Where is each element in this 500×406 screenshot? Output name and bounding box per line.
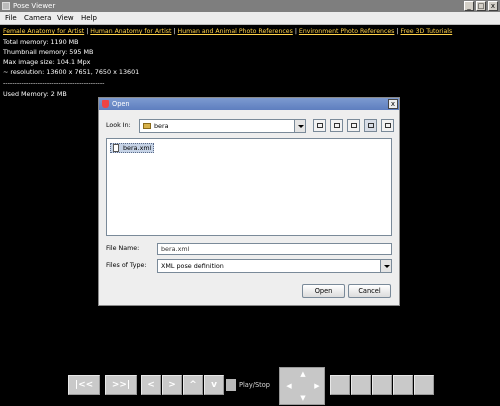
play-stop-button[interactable]: Play/Stop <box>226 375 276 395</box>
look-in-value: bera <box>154 122 169 130</box>
list-item[interactable]: bera.xml <box>110 143 155 153</box>
look-in-label: Look In: <box>106 122 131 129</box>
menu-camera[interactable]: Camera <box>24 12 51 25</box>
file-name-label: File Name: <box>106 245 140 252</box>
pan-left-icon[interactable]: ◀ <box>284 381 294 391</box>
file-list[interactable]: bera.xml <box>106 138 392 236</box>
menu-help[interactable]: Help <box>81 12 97 25</box>
menu-file[interactable]: File <box>5 12 17 25</box>
dialog-title: Open <box>112 100 130 108</box>
maximize-button[interactable]: □ <box>476 1 486 11</box>
files-of-type-value: XML pose definition <box>161 262 224 270</box>
home-icon <box>334 123 340 128</box>
camera-icon[interactable] <box>393 375 413 395</box>
new-folder-button[interactable] <box>347 119 360 132</box>
file-icon <box>113 144 119 152</box>
copy-icon[interactable] <box>414 375 434 395</box>
window-title: Pose Viewer <box>13 2 56 10</box>
title-bar: Pose Viewer _ □ x <box>0 0 500 12</box>
details-view-button[interactable] <box>381 119 394 132</box>
files-of-type-label: Files of Type: <box>106 262 147 269</box>
menu-bar: File Camera View Help <box>0 12 500 25</box>
dialog-close-button[interactable]: x <box>388 99 398 109</box>
home-button[interactable] <box>330 119 343 132</box>
folder-icon <box>143 123 151 129</box>
zoom-icon[interactable] <box>330 375 350 395</box>
link-female-anatomy[interactable]: Female Anatomy for Artist <box>3 28 84 35</box>
play-stop-label: Play/Stop <box>239 381 270 389</box>
used-memory-text: Used Memory: 2 MB <box>3 90 67 98</box>
rotate-icon[interactable] <box>372 375 392 395</box>
fit-screen-icon[interactable] <box>351 375 371 395</box>
new-folder-icon <box>351 123 357 128</box>
max-image-size-text: Max image size: 104.1 Mpx <box>3 58 91 66</box>
links-bar: Female Anatomy for Artist | Human Anatomy … <box>3 27 452 37</box>
pan-down-icon[interactable]: ▼ <box>298 393 308 403</box>
close-button[interactable]: x <box>488 1 498 11</box>
open-button[interactable]: Open <box>302 284 345 298</box>
look-in-combo[interactable]: bera <box>139 119 306 133</box>
up-folder-button[interactable] <box>313 119 326 132</box>
link-human-anatomy[interactable]: Human Anatomy for Artist <box>90 28 171 35</box>
camera-nav-pad: ▲ ▼ ◀ ▶ <box>279 367 325 405</box>
app-icon <box>2 2 10 10</box>
down-button[interactable]: v <box>204 375 224 395</box>
pose-viewer-window: Pose Viewer _ □ x File Camera View Help … <box>0 0 500 406</box>
cancel-button[interactable]: Cancel <box>348 284 391 298</box>
dialog-title-bar: Open x <box>99 98 399 110</box>
chevron-down-icon[interactable] <box>380 260 391 272</box>
thumbnail-memory-text: Thumbnail memory: 595 MB <box>3 48 94 56</box>
last-pose-button[interactable]: >>| <box>105 375 137 395</box>
total-memory-text: Total memory: 1190 MB <box>3 38 79 46</box>
link-3d-tutorials[interactable]: Free 3D Tutorials <box>400 28 452 35</box>
up-folder-icon <box>317 123 323 128</box>
next-button[interactable]: > <box>162 375 182 395</box>
previous-button[interactable]: < <box>141 375 161 395</box>
files-of-type-combo[interactable]: XML pose definition <box>157 259 392 273</box>
link-photo-references[interactable]: Human and Animal Photo References <box>178 28 293 35</box>
file-name: bera.xml <box>123 144 152 152</box>
play-stop-icon <box>226 379 236 391</box>
list-view-icon <box>368 123 374 128</box>
up-button[interactable]: ^ <box>183 375 203 395</box>
pan-right-icon[interactable]: ▶ <box>312 381 322 391</box>
pan-up-icon[interactable]: ▲ <box>298 369 308 379</box>
info-divider: ----------------------------------------… <box>3 79 105 87</box>
menu-view[interactable]: View <box>57 12 74 25</box>
file-name-field[interactable]: bera.xml <box>157 243 392 255</box>
details-view-icon <box>385 123 391 128</box>
link-environment-references[interactable]: Environment Photo References <box>299 28 394 35</box>
java-cup-icon <box>102 100 109 108</box>
chevron-down-icon[interactable] <box>294 120 305 132</box>
list-view-button[interactable] <box>364 119 377 132</box>
first-pose-button[interactable]: |<< <box>68 375 100 395</box>
minimize-button[interactable]: _ <box>464 1 474 11</box>
resolution-text: ~ resolution: 13600 x 7651, 7650 x 13601 <box>3 68 140 76</box>
